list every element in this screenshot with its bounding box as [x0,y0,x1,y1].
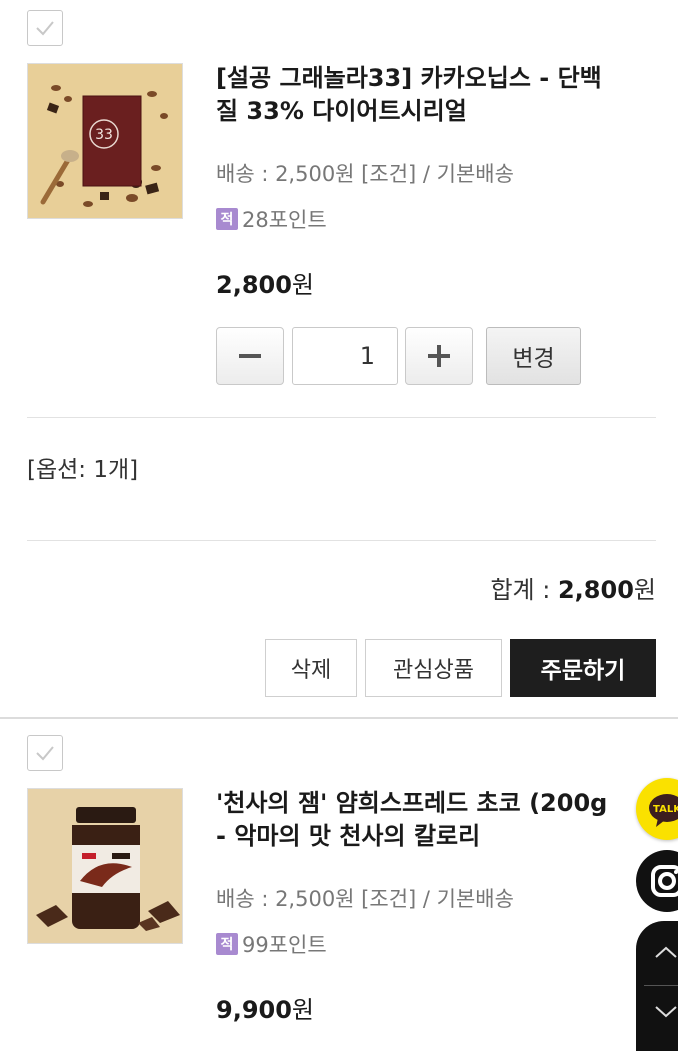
divider [27,540,656,541]
points-badge-icon: 적 [216,208,238,230]
product-title-line2[interactable]: 질 33% 다이어트시리얼 [216,95,602,128]
kakao-talk-button[interactable]: TALK [636,778,678,840]
product-title-line1[interactable]: [설공 그래놀라33] 카카오닙스 - 단백 [216,62,602,95]
price-number: 9,900 [216,996,292,1024]
total-number: 2,800 [557,576,634,604]
total-label: 합계 : [490,576,558,604]
delete-button[interactable]: 삭제 [265,639,357,697]
quantity-increase-button[interactable] [405,327,473,385]
product-thumbnail[interactable]: 33 [27,63,183,219]
points-badge-icon: 적 [216,933,238,955]
product-thumbnail[interactable] [27,788,183,944]
kakao-talk-icon: TALK [649,794,678,827]
product-title-line1[interactable]: '천사의 잼' 얌희스프레드 초코 (200g [216,787,607,820]
plus-icon [428,345,450,367]
points-info: 적 28포인트 [216,204,327,234]
check-icon [36,21,54,36]
scroll-top-button[interactable] [636,921,678,983]
scroll-control-panel [636,921,678,1051]
spread-jar-product-image [28,789,182,943]
item-checkbox[interactable] [27,735,63,771]
wishlist-button[interactable]: 관심상품 [365,639,502,697]
price-unit: 원 [291,996,315,1024]
thumb-badge-text: 33 [95,127,113,143]
chevron-down-icon [655,1006,677,1018]
check-icon [36,746,54,761]
item-checkbox[interactable] [27,10,63,46]
points-value: 28포인트 [242,208,327,232]
granola-product-image: 33 [28,64,182,218]
product-title[interactable]: [설공 그래놀라33] 카카오닙스 - 단백 질 33% 다이어트시리얼 [216,62,602,128]
shipping-info: 배송 : 2,500원 [조건] / 기본배송 [216,887,514,911]
product-price: 9,900원 [216,990,314,1025]
scroll-bottom-button[interactable] [636,987,678,1037]
product-title-line2[interactable]: - 악마의 맛 천사의 칼로리 [216,820,607,853]
price-unit: 원 [291,271,315,299]
instagram-icon [651,865,678,897]
quantity-change-button[interactable]: 변경 [486,327,581,385]
minus-icon [239,354,261,358]
quantity-input[interactable]: 1 [292,327,398,385]
points-info: 적 99포인트 [216,929,327,959]
price-number: 2,800 [216,271,292,299]
points-value: 99포인트 [242,933,327,957]
quantity-decrease-button[interactable] [216,327,284,385]
product-price: 2,800원 [216,265,314,300]
instagram-button[interactable] [636,850,678,912]
chevron-up-icon [655,946,677,958]
shipping-info: 배송 : 2,500원 [조건] / 기본배송 [216,162,514,186]
talk-label: TALK [653,804,678,815]
divider [27,417,656,418]
scroll-divider [644,985,678,986]
total-unit: 원 [633,576,656,604]
item-total: 합계 : 2,800원 [490,570,656,605]
section-divider [0,717,678,719]
order-button[interactable]: 주문하기 [510,639,656,697]
product-title[interactable]: '천사의 잼' 얌희스프레드 초코 (200g - 악마의 맛 천사의 칼로리 [216,787,607,853]
option-info: [옵션: 1개] [27,457,139,483]
